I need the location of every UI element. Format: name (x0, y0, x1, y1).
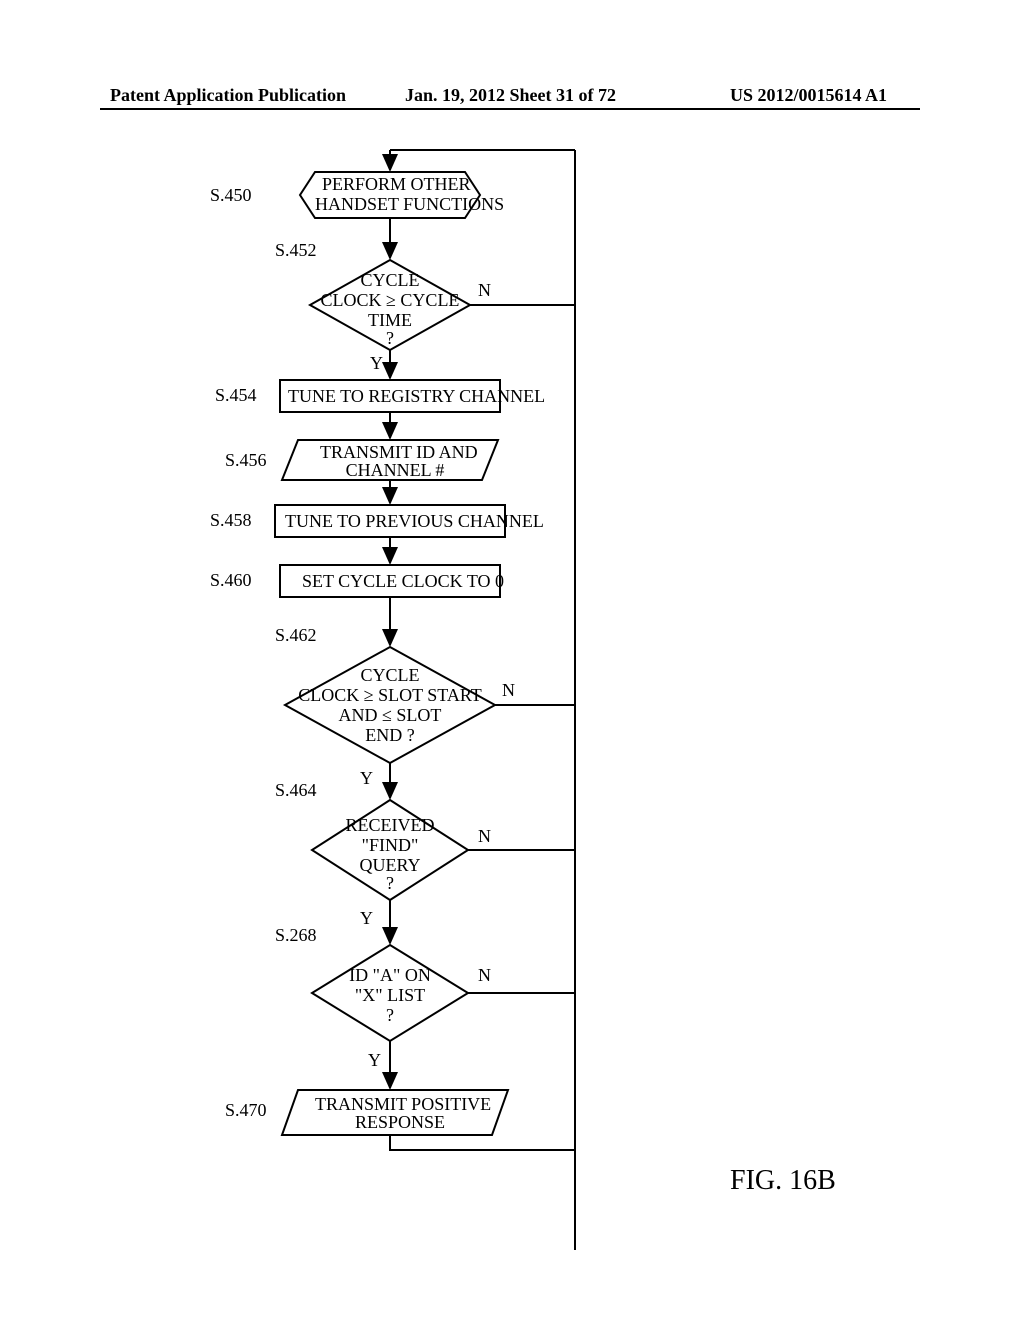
header-rule (100, 108, 920, 110)
s268-l3: ? (330, 1005, 450, 1026)
s452-yes: Y (370, 353, 383, 374)
header-center: Jan. 19, 2012 Sheet 31 of 72 (405, 85, 616, 106)
s462-yes: Y (360, 768, 373, 789)
s450-line2: HANDSET FUNCTIONS (315, 194, 465, 215)
ref-s452: S.452 (275, 240, 317, 261)
s454-text: TUNE TO REGISTRY CHANNEL (288, 386, 545, 407)
ref-s458: S.458 (210, 510, 252, 531)
ref-s456: S.456 (225, 450, 267, 471)
s462-l3: AND ≤ SLOT (315, 705, 465, 726)
s462-l1: CYCLE (330, 665, 450, 686)
s462-no: N (502, 680, 515, 701)
s462-l2: CLOCK ≥ SLOT START (295, 685, 485, 706)
s464-l4: ? (330, 873, 450, 894)
ref-s464: S.464 (275, 780, 317, 801)
s458-text: TUNE TO PREVIOUS CHANNEL (285, 511, 544, 532)
s268-no: N (478, 965, 491, 986)
s464-l2: "FIND" (330, 835, 450, 856)
s456-l2: CHANNEL # (320, 460, 470, 481)
header-left: Patent Application Publication (110, 85, 346, 106)
s470-l2: RESPONSE (315, 1112, 485, 1133)
s268-l2: "X" LIST (330, 985, 450, 1006)
ref-s454: S.454 (215, 385, 257, 406)
s452-l2: CLOCK ≥ CYCLE (320, 290, 460, 311)
ref-s462: S.462 (275, 625, 317, 646)
ref-s460: S.460 (210, 570, 252, 591)
s460-text: SET CYCLE CLOCK TO 0 (302, 571, 504, 592)
s452-l1: CYCLE (335, 270, 445, 291)
figure-label: FIG. 16B (730, 1165, 836, 1197)
s452-l4: ? (335, 328, 445, 349)
ref-s268: S.268 (275, 925, 317, 946)
s464-l1: RECEIVED (330, 815, 450, 836)
s464-no: N (478, 826, 491, 847)
header-right: US 2012/0015614 A1 (730, 85, 887, 106)
ref-s470: S.470 (225, 1100, 267, 1121)
s462-l4: END ? (330, 725, 450, 746)
s268-l1: ID "A" ON (330, 965, 450, 986)
ref-s450: S.450 (210, 185, 252, 206)
s268-yes: Y (368, 1050, 381, 1071)
flowchart: S.450 PERFORM OTHER HANDSET FUNCTIONS S.… (220, 150, 580, 1250)
s450-line1: PERFORM OTHER (322, 174, 457, 195)
s452-no: N (478, 280, 491, 301)
s464-yes: Y (360, 908, 373, 929)
